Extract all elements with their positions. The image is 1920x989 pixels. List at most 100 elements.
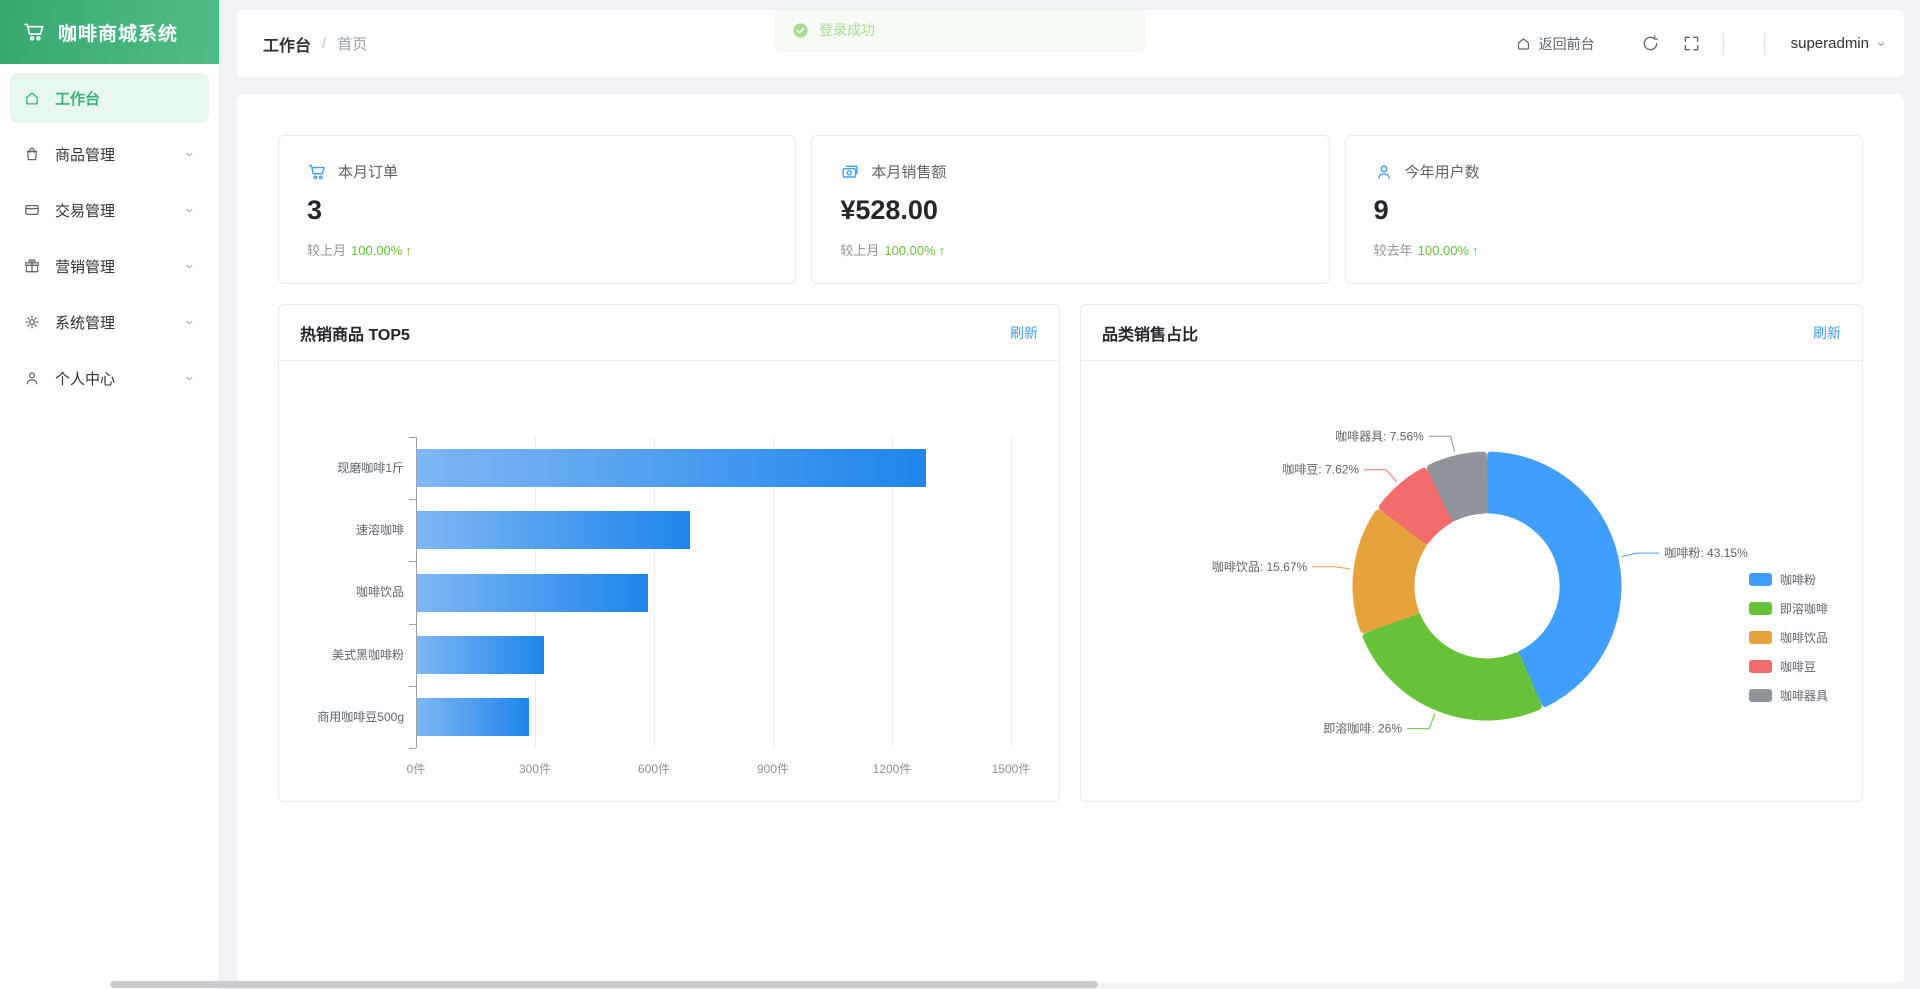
stat-card-3: 今年用户数9较去年100.00%↑ bbox=[1345, 135, 1863, 284]
pie-label-leader bbox=[1407, 714, 1435, 729]
pie-label-leader bbox=[1312, 567, 1350, 569]
sidebar-item-4[interactable]: 营销管理 bbox=[10, 241, 209, 291]
sidebar-item-2[interactable]: 商品管理 bbox=[10, 129, 209, 179]
stat-value: 3 bbox=[307, 195, 767, 226]
breadcrumb-separator: / bbox=[322, 35, 326, 52]
check-circle-icon bbox=[792, 22, 809, 39]
category-card-title: 品类销售占比 bbox=[1102, 321, 1198, 345]
back-to-front-button[interactable]: 返回前台 bbox=[1515, 34, 1595, 54]
legend-item-4[interactable]: 咖啡豆 bbox=[1749, 656, 1828, 676]
stat-compare: 较去年100.00%↑ bbox=[1374, 240, 1834, 259]
y-tick bbox=[409, 624, 416, 625]
gear-icon bbox=[23, 313, 41, 331]
legend-swatch bbox=[1749, 689, 1772, 702]
bar bbox=[417, 574, 648, 612]
x-tick-label: 1200件 bbox=[847, 760, 937, 777]
user-menu[interactable]: superadmin bbox=[1791, 35, 1888, 52]
bar bbox=[417, 636, 544, 674]
gift-icon bbox=[23, 257, 41, 275]
category-chart-card: 品类销售占比 刷新 咖啡粉: 43.15%即溶咖啡: 26%咖啡饮品: 15.6… bbox=[1080, 304, 1863, 802]
breadcrumb-current: 首页 bbox=[337, 33, 367, 54]
sidebar-item-label: 个人中心 bbox=[55, 368, 115, 389]
y-tick bbox=[409, 748, 416, 749]
category-card-header: 品类销售占比 刷新 bbox=[1081, 305, 1862, 361]
chevron-down-icon bbox=[183, 316, 196, 329]
home-icon bbox=[1515, 35, 1532, 52]
username: superadmin bbox=[1791, 35, 1869, 52]
stat-compare-percent: 100.00% bbox=[1418, 243, 1469, 258]
sidebar-menu: 工作台商品管理交易管理营销管理系统管理个人中心 bbox=[0, 64, 219, 418]
top5-chart-card: 热销商品 TOP5 刷新 0件300件600件900件1200件1500件现磨咖… bbox=[278, 304, 1060, 802]
x-tick-label: 0件 bbox=[371, 760, 461, 777]
stat-label: 今年用户数 bbox=[1405, 161, 1480, 182]
legend-item-5[interactable]: 咖啡器具 bbox=[1749, 685, 1828, 705]
stat-compare: 较上月100.00%↑ bbox=[307, 240, 767, 259]
legend-swatch bbox=[1749, 602, 1772, 615]
topbar-actions: 返回前台 superadmin bbox=[1515, 33, 1888, 55]
legend-label: 咖啡豆 bbox=[1780, 658, 1816, 675]
trend-up-arrow-icon: ↑ bbox=[1472, 243, 1479, 258]
y-tick bbox=[409, 561, 416, 562]
stat-value: ¥528.00 bbox=[840, 195, 1300, 226]
bar-category-label: 商用咖啡豆500g bbox=[269, 686, 404, 748]
bar bbox=[417, 511, 690, 549]
sidebar-item-1[interactable]: 工作台 bbox=[10, 73, 209, 123]
user-icon bbox=[1374, 162, 1394, 182]
stat-card-2: 本月销售额 ¥528.00 较上月100.00%↑ bbox=[811, 135, 1329, 284]
pie-label-leader bbox=[1622, 553, 1660, 556]
stat-card-head: 今年用户数 bbox=[1374, 161, 1834, 182]
toast-login-success: 登录成功 bbox=[775, 9, 1145, 51]
chevron-down-icon bbox=[183, 148, 196, 161]
divider bbox=[1764, 33, 1765, 55]
legend-label: 即溶咖啡 bbox=[1780, 600, 1828, 617]
trend-up-arrow-icon: ↑ bbox=[405, 243, 412, 258]
sidebar-item-3[interactable]: 交易管理 bbox=[10, 185, 209, 235]
stat-cards: 本月订单 3 较上月100.00%↑ 本月销售额 ¥528.00 较上月100.00%↑ 今… bbox=[278, 135, 1863, 284]
stat-card-head: 本月订单 bbox=[307, 161, 767, 182]
stat-compare-percent: 100.00% bbox=[884, 243, 935, 258]
pie-label-leader bbox=[1429, 436, 1455, 452]
bar-category-label: 咖啡饮品 bbox=[269, 561, 404, 623]
bar-category-label: 速溶咖啡 bbox=[269, 499, 404, 561]
horizontal-scrollbar-thumb[interactable] bbox=[110, 981, 1098, 988]
legend-swatch bbox=[1749, 573, 1772, 586]
gridline bbox=[1011, 437, 1012, 748]
money-icon bbox=[840, 162, 860, 182]
cart-icon bbox=[22, 20, 46, 44]
stat-card-1: 本月订单 3 较上月100.00%↑ bbox=[278, 135, 796, 284]
refresh-icon[interactable] bbox=[1641, 34, 1660, 53]
breadcrumb-root[interactable]: 工作台 bbox=[263, 32, 311, 56]
pie-slice bbox=[1366, 615, 1538, 717]
top5-refresh-link[interactable]: 刷新 bbox=[1010, 323, 1038, 343]
y-tick bbox=[409, 686, 416, 687]
pie-chart: 咖啡粉: 43.15%即溶咖啡: 26%咖啡饮品: 15.67%咖啡豆: 7.6… bbox=[1081, 361, 1862, 801]
cart-icon bbox=[307, 162, 327, 182]
x-tick-label: 1500件 bbox=[966, 760, 1056, 777]
x-tick-label: 300件 bbox=[490, 760, 580, 777]
sidebar-item-5[interactable]: 系统管理 bbox=[10, 297, 209, 347]
legend-label: 咖啡粉 bbox=[1780, 571, 1816, 588]
pie-label: 咖啡器具: 7.56% bbox=[1335, 428, 1424, 443]
stat-label: 本月销售额 bbox=[871, 161, 946, 182]
stat-card-head: 本月销售额 bbox=[840, 161, 1300, 182]
legend-swatch bbox=[1749, 660, 1772, 673]
sidebar-item-label: 营销管理 bbox=[55, 256, 115, 277]
legend-item-1[interactable]: 咖啡粉 bbox=[1749, 569, 1828, 589]
x-tick-label: 600件 bbox=[609, 760, 699, 777]
home-icon bbox=[23, 89, 41, 107]
sidebar-item-label: 交易管理 bbox=[55, 200, 115, 221]
stat-compare: 较上月100.00%↑ bbox=[840, 240, 1300, 259]
fullscreen-icon[interactable] bbox=[1682, 34, 1701, 53]
back-to-front-label: 返回前台 bbox=[1539, 34, 1595, 54]
app-title: 咖啡商城系统 bbox=[58, 19, 178, 46]
legend-item-3[interactable]: 咖啡饮品 bbox=[1749, 627, 1828, 647]
bar-category-label: 美式黑咖啡粉 bbox=[269, 624, 404, 686]
stat-compare-percent: 100.00% bbox=[351, 243, 402, 258]
pie-label: 咖啡饮品: 15.67% bbox=[1212, 559, 1308, 574]
x-tick-label: 900件 bbox=[728, 760, 818, 777]
sidebar-item-label: 工作台 bbox=[55, 88, 100, 109]
sidebar-item-6[interactable]: 个人中心 bbox=[10, 353, 209, 403]
legend-item-2[interactable]: 即溶咖啡 bbox=[1749, 598, 1828, 618]
category-refresh-link[interactable]: 刷新 bbox=[1813, 323, 1841, 343]
pie-label: 咖啡豆: 7.62% bbox=[1282, 462, 1359, 477]
